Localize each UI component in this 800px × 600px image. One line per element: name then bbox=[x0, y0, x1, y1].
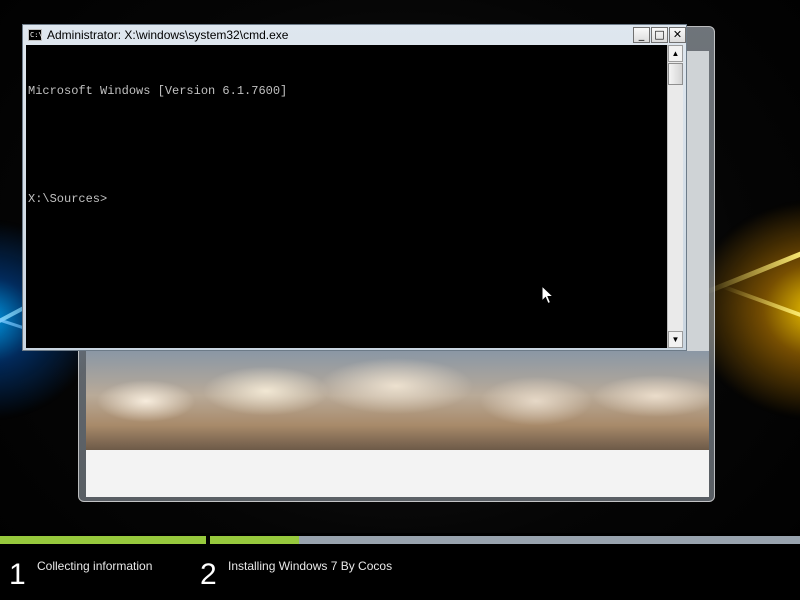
step-number: 2 bbox=[200, 558, 217, 591]
setup-cloud-banner-image bbox=[86, 351, 709, 450]
scroll-up-button[interactable]: ▲ bbox=[668, 45, 683, 62]
maximize-icon: □ bbox=[654, 28, 665, 41]
scroll-thumb[interactable] bbox=[668, 63, 683, 85]
desktop-background: C:\ Administrator: X:\windows\system32\c… bbox=[0, 0, 800, 600]
step-label: Installing Windows 7 By Cocos bbox=[228, 559, 393, 573]
setup-progress-bar bbox=[0, 533, 800, 545]
console-prompt: X:\Sources> bbox=[28, 192, 108, 206]
close-button[interactable]: ✕ bbox=[669, 27, 686, 43]
cmd-window[interactable]: C:\ Administrator: X:\windows\system32\c… bbox=[22, 24, 687, 351]
progress-fill bbox=[210, 536, 299, 544]
minimize-button[interactable]: _ bbox=[633, 27, 650, 43]
cmd-icon[interactable]: C:\ bbox=[28, 29, 43, 41]
console-line: Microsoft Windows [Version 6.1.7600] bbox=[28, 84, 288, 98]
progress-segment-1 bbox=[0, 536, 206, 544]
progress-segment-2 bbox=[210, 536, 800, 544]
progress-fill bbox=[0, 536, 206, 544]
cmd-client-area: Microsoft Windows [Version 6.1.7600] X:\… bbox=[26, 45, 683, 348]
setup-steps: 1 Collecting information 2 Installing Wi… bbox=[0, 545, 800, 600]
window-title: Administrator: X:\windows\system32\cmd.e… bbox=[47, 28, 289, 42]
console-output[interactable]: Microsoft Windows [Version 6.1.7600] X:\… bbox=[26, 45, 667, 348]
setup-content-panel bbox=[86, 450, 709, 497]
cmd-titlebar[interactable]: C:\ Administrator: X:\windows\system32\c… bbox=[23, 25, 686, 45]
close-icon: ✕ bbox=[672, 28, 683, 41]
step-label: Collecting information bbox=[37, 559, 153, 573]
vertical-scrollbar[interactable]: ▲ ▼ bbox=[667, 45, 683, 348]
arrow-cursor-icon bbox=[541, 285, 555, 305]
arrow-up-icon: ▲ bbox=[671, 49, 680, 58]
step-number: 1 bbox=[9, 558, 26, 591]
maximize-button[interactable]: □ bbox=[651, 27, 668, 43]
scroll-down-button[interactable]: ▼ bbox=[668, 331, 683, 348]
arrow-down-icon: ▼ bbox=[671, 335, 680, 344]
minimize-icon: _ bbox=[638, 28, 645, 41]
